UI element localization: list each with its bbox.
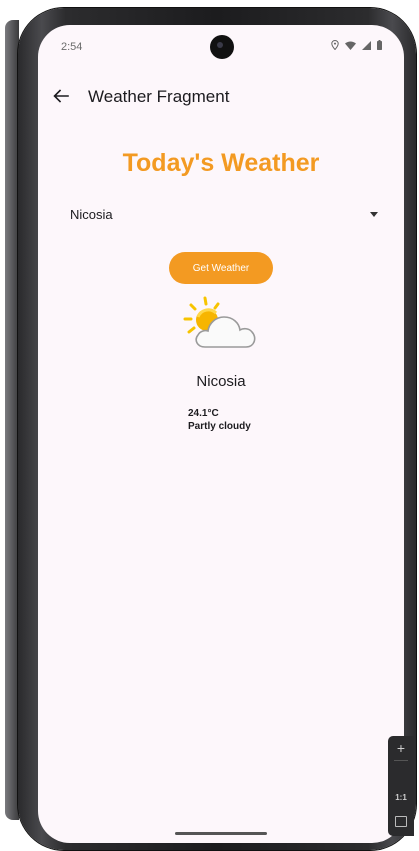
zoom-reset-button[interactable]: 1:1 xyxy=(388,785,414,809)
app-bar: Weather Fragment xyxy=(38,77,404,117)
signal-icon xyxy=(362,40,371,50)
page-headline: Today's Weather xyxy=(122,149,320,177)
battery-icon xyxy=(377,40,382,50)
partly-cloudy-icon xyxy=(183,296,256,348)
status-time: 2:54 xyxy=(61,41,83,53)
location-icon xyxy=(331,40,339,50)
phone-screen: 2:54 Weather Fragment Today's Weather Ni… xyxy=(38,25,404,843)
app-bar-title: Weather Fragment xyxy=(88,87,230,106)
fit-screen-button[interactable] xyxy=(388,809,414,833)
front-camera xyxy=(210,35,234,59)
result-temperature: 24.1°C xyxy=(188,408,219,419)
back-button[interactable] xyxy=(48,83,74,109)
city-spinner[interactable]: Nicosia xyxy=(60,203,382,227)
zoom-in-button[interactable]: + xyxy=(388,736,414,760)
result-city-name: Nicosia xyxy=(196,373,246,390)
dropdown-arrow-icon xyxy=(370,212,378,217)
navigation-gesture-bar[interactable] xyxy=(175,832,267,835)
city-spinner-value: Nicosia xyxy=(70,207,113,222)
phone-side xyxy=(5,20,19,820)
arrow-back-icon xyxy=(53,89,69,103)
wifi-icon xyxy=(345,41,356,50)
get-weather-button[interactable]: Get Weather xyxy=(169,252,273,284)
fit-screen-icon xyxy=(395,815,407,827)
emulator-stage: 2:54 Weather Fragment Today's Weather Ni… xyxy=(0,0,419,851)
emulator-zoom-controls: + 1:1 xyxy=(388,736,414,836)
status-bar: 2:54 xyxy=(38,25,404,69)
status-icons xyxy=(331,40,382,50)
result-condition: Partly cloudy xyxy=(188,421,251,432)
zoom-out-button[interactable] xyxy=(388,761,414,785)
